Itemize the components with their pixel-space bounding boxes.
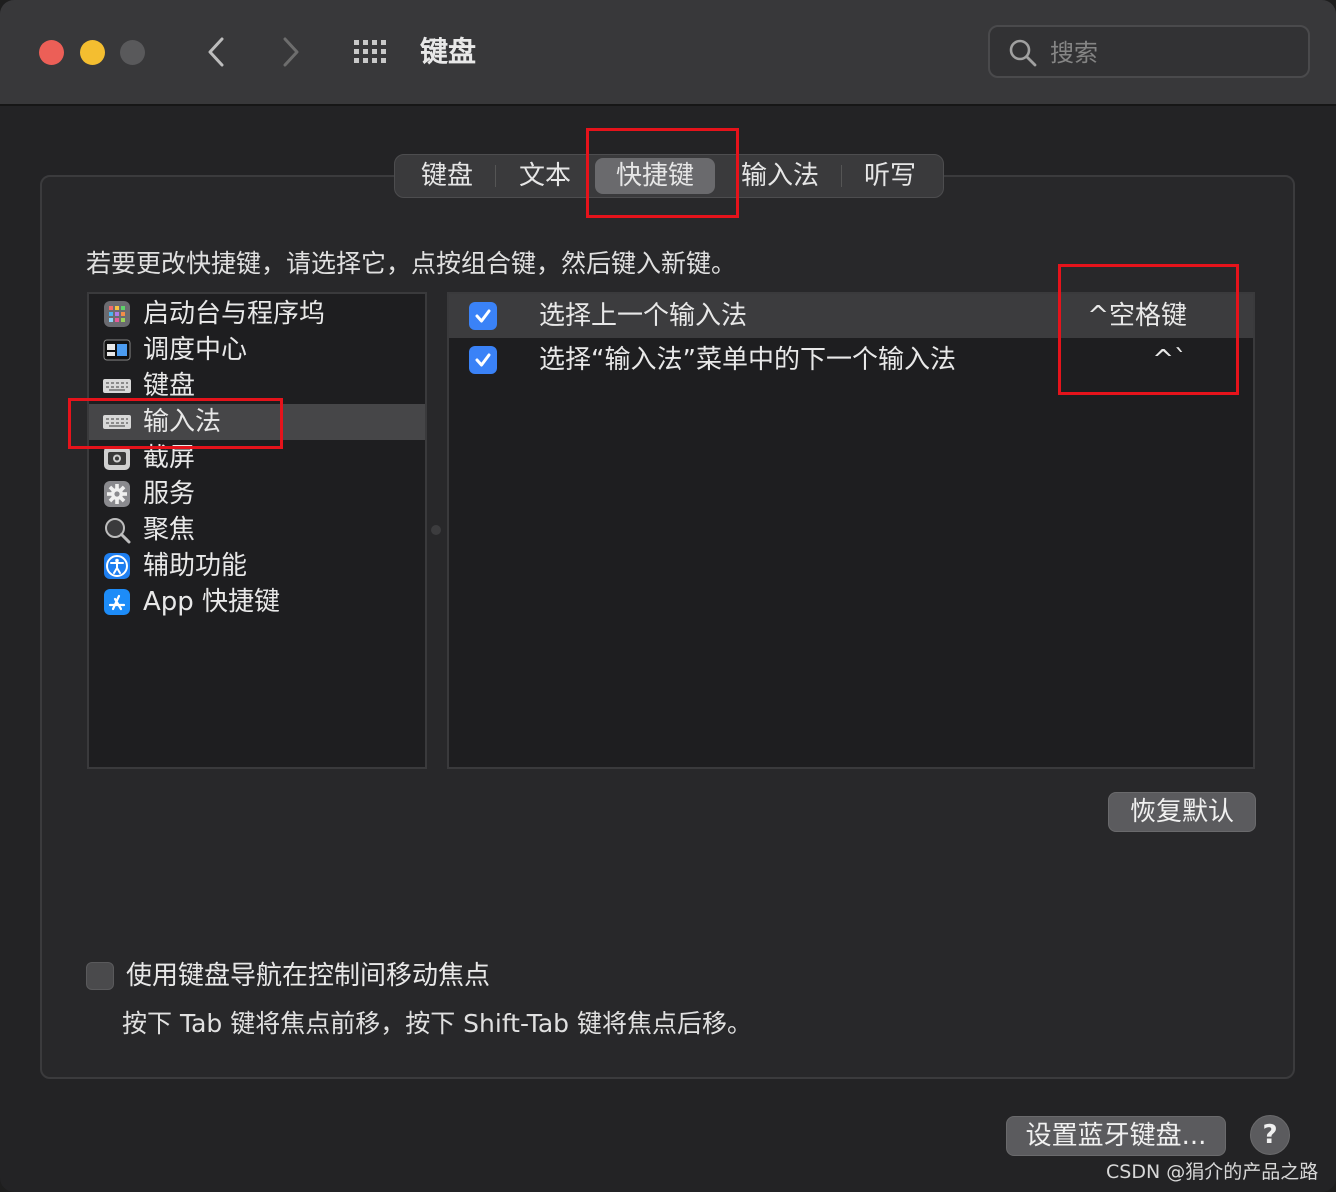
search-field[interactable] (988, 25, 1310, 78)
watermark-text: CSDN @狷介的产品之路 (1106, 1161, 1319, 1183)
category-item-mission-control[interactable]: 调度中心 (89, 332, 425, 368)
category-label: 聚焦 (143, 515, 196, 545)
keyboard-icon (103, 372, 131, 400)
title-bar: 键盘 (0, 0, 1336, 106)
mission-control-icon (103, 336, 131, 364)
keyboard-navigation-description: 按下 Tab 键将焦点前移，按下 Shift-Tab 键将焦点后移。 (122, 1009, 752, 1038)
category-label: App 快捷键 (143, 587, 281, 617)
split-view-handle[interactable] (431, 525, 441, 535)
show-all-grid-icon[interactable] (352, 36, 392, 68)
checkmark-icon (475, 309, 491, 323)
annotation-box-shortcut-keys (1058, 264, 1239, 395)
setup-bluetooth-keyboard-button[interactable]: 设置蓝牙键盘... (1006, 1116, 1226, 1156)
tab-dictation[interactable]: 听写 (843, 155, 937, 197)
category-label: 调度中心 (143, 335, 248, 365)
tab-keyboard[interactable]: 键盘 (401, 155, 493, 197)
instructions-text: 若要更改快捷键，请选择它，点按组合键，然后键入新键。 (86, 249, 737, 278)
close-button[interactable] (39, 40, 64, 65)
search-icon (1009, 39, 1037, 67)
launchpad-icon (103, 300, 131, 328)
category-item-spotlight[interactable]: 聚焦 (89, 512, 425, 548)
chevron-right-icon (283, 37, 299, 67)
checkmark-icon (475, 353, 491, 367)
shortcut-label: 选择上一个输入法 (539, 301, 748, 331)
tab-separator (495, 165, 496, 187)
shortcut-checkbox[interactable] (469, 302, 497, 330)
app-store-icon (103, 588, 131, 616)
restore-defaults-button[interactable]: 恢复默认 (1108, 792, 1256, 832)
category-item-app-shortcuts[interactable]: App 快捷键 (89, 584, 425, 620)
shortcut-label: 选择“输入法”菜单中的下一个输入法 (539, 345, 956, 375)
tab-text[interactable]: 文本 (497, 155, 593, 197)
category-label: 服务 (143, 479, 196, 509)
zoom-button[interactable] (120, 40, 145, 65)
system-preferences-window: 键盘 键盘 文本 快捷键 输入法 听写 若要更改快捷键，请选择它，点按组合键，然… (0, 0, 1336, 1192)
category-item-accessibility[interactable]: 辅助功能 (89, 548, 425, 584)
forward-button[interactable] (271, 30, 311, 74)
minimize-button[interactable] (80, 40, 105, 65)
category-list[interactable]: 启动台与程序坞 调度中心 键盘 输入法 截屏 服务 聚焦 辅助功能 App 快捷… (87, 292, 427, 769)
category-item-services[interactable]: 服务 (89, 476, 425, 512)
keyboard-navigation-checkbox[interactable] (86, 962, 114, 990)
category-label: 辅助功能 (143, 551, 248, 581)
search-input[interactable] (1048, 35, 1292, 71)
keyboard-navigation-label: 使用键盘导航在控制间移动焦点 (126, 961, 491, 991)
gear-icon (103, 480, 131, 508)
annotation-box-shortcuts-tab (586, 128, 739, 218)
category-item-launchpad[interactable]: 启动台与程序坞 (89, 296, 425, 332)
annotation-box-input-sources (68, 398, 283, 449)
accessibility-icon (103, 552, 131, 580)
magnifier-icon (103, 516, 131, 544)
tab-separator (841, 165, 842, 187)
back-button[interactable] (196, 30, 236, 74)
category-label: 启动台与程序坞 (143, 299, 326, 329)
window-title: 键盘 (420, 35, 477, 68)
chevron-left-icon (208, 37, 224, 67)
shortcut-checkbox[interactable] (469, 346, 497, 374)
help-button[interactable]: ? (1250, 1115, 1290, 1155)
